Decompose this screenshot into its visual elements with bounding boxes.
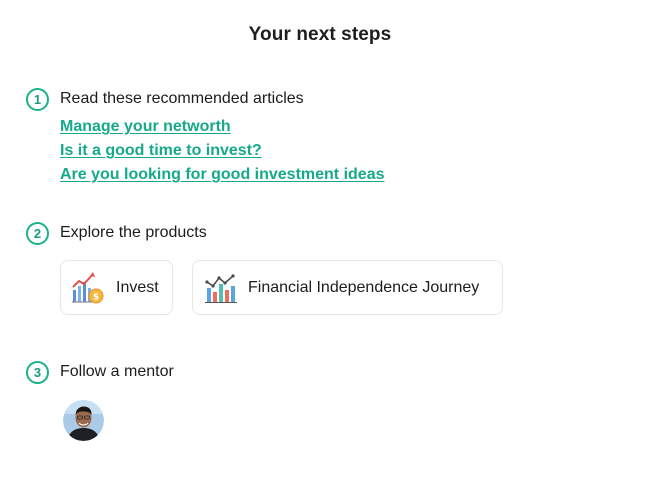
product-label: Invest (116, 278, 159, 296)
product-card-financial-independence[interactable]: Financial Independence Journey (192, 260, 503, 315)
step-label: Read these recommended articles (60, 90, 304, 107)
step-header: 2 Explore the products (26, 219, 522, 247)
article-link-networth[interactable]: Manage your networth (60, 115, 384, 139)
step-header: 3 Follow a mentor (26, 358, 174, 386)
step-number-badge: 2 (26, 221, 49, 245)
next-steps-panel: Your next steps 1 Read these recommended… (0, 0, 645, 482)
page-title: Your next steps (248, 24, 392, 45)
product-label: Financial Independence Journey (248, 278, 480, 296)
step-follow-mentor: 3 Follow a mentor (26, 358, 174, 441)
article-link-good-time[interactable]: Is it a good time to invest? (60, 139, 384, 163)
product-card-invest[interactable]: $ Invest (60, 260, 173, 315)
step-label: Explore the products (60, 224, 207, 241)
step-number-badge: 3 (26, 360, 49, 384)
article-link-investment-ideas[interactable]: Are you looking for good investment idea… (60, 163, 384, 187)
svg-text:$: $ (93, 292, 99, 302)
article-links: Manage your networth Is it a good time t… (60, 115, 384, 187)
step-explore-products: 2 Explore the products $ Invest Financia… (26, 219, 522, 315)
step-read-articles: 1 Read these recommended articles Manage… (26, 85, 384, 187)
mentor-avatar[interactable] (63, 400, 104, 441)
step-header: 1 Read these recommended articles (26, 85, 384, 113)
step-label: Follow a mentor (60, 363, 174, 380)
bar-chart-icon (203, 270, 239, 306)
step-number-badge: 1 (26, 87, 49, 111)
invest-chart-coin-icon: $ (71, 270, 107, 306)
product-list: $ Invest Financial Independence Journey (60, 260, 522, 315)
